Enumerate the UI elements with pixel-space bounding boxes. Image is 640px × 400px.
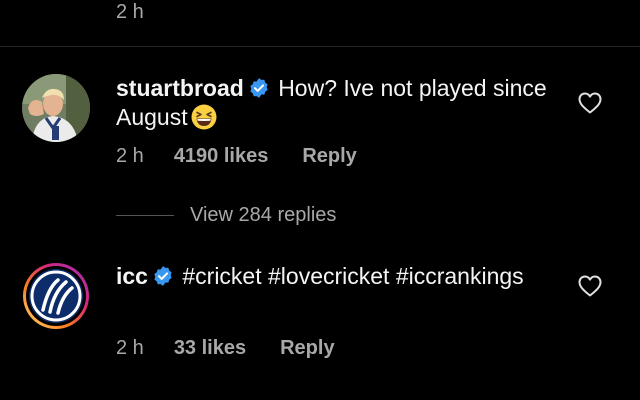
likes-count[interactable]: 33 likes [174, 336, 246, 360]
replies-divider-line [116, 214, 174, 216]
verified-badge-icon [154, 266, 172, 286]
previous-comment-time: 2 h [116, 1, 144, 23]
comment-divider [0, 46, 640, 47]
avatar[interactable] [22, 262, 90, 330]
comment-username[interactable]: icc [116, 263, 148, 289]
view-replies-button[interactable]: View 284 replies [116, 203, 336, 227]
comment-time: 2 h [116, 145, 144, 167]
avatar[interactable] [22, 74, 90, 142]
verified-badge-icon [250, 78, 268, 98]
comment-time: 2 h [116, 337, 144, 359]
reply-button[interactable]: Reply [280, 336, 334, 360]
like-heart-icon[interactable] [578, 92, 602, 114]
comment-body: #cricket #lovecricket #iccrankings [182, 263, 524, 289]
likes-count[interactable]: 4190 likes [174, 144, 269, 168]
comment-meta: 2 h 4190 likes Reply [116, 144, 357, 168]
view-replies-label: View 284 replies [190, 204, 337, 226]
comment-text: stuartbroad How? Ive not played since Au… [116, 74, 556, 132]
comment-text: icc #cricket #lovecricket #iccrankings [116, 262, 556, 291]
grinning-squinting-face-icon [191, 104, 217, 130]
comment-meta: 2 h 33 likes Reply [116, 336, 335, 360]
reply-button[interactable]: Reply [302, 144, 356, 168]
comment-username[interactable]: stuartbroad [116, 75, 244, 101]
like-heart-icon[interactable] [578, 275, 602, 297]
